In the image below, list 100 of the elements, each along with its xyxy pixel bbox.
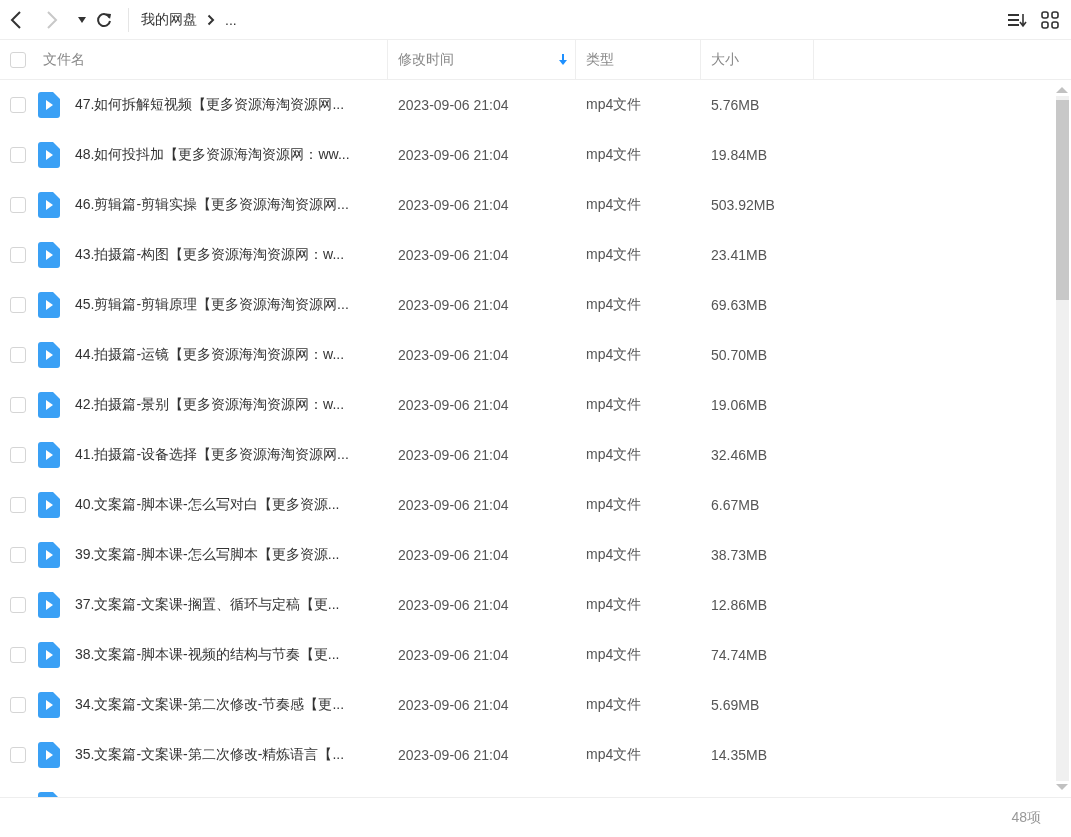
file-type: mp4文件 bbox=[585, 96, 643, 114]
modified-time: 2023-09-06 21:04 bbox=[397, 297, 510, 313]
file-name[interactable]: 41.拍摄篇-设备选择【更多资源海淘资源网... bbox=[75, 446, 349, 464]
row-checkbox[interactable] bbox=[10, 247, 26, 263]
row-checkbox[interactable] bbox=[10, 197, 26, 213]
scrollbar-thumb[interactable] bbox=[1055, 100, 1069, 300]
modified-time: 2023-09-06 21:04 bbox=[397, 697, 510, 713]
modified-time: 2023-09-06 21:04 bbox=[397, 597, 510, 613]
scroll-down-icon[interactable] bbox=[1055, 783, 1069, 791]
column-header[interactable]: 大小 bbox=[701, 40, 814, 79]
video-file-icon bbox=[38, 342, 60, 368]
file-size: 12.86MB bbox=[710, 597, 769, 613]
file-type: mp4文件 bbox=[585, 296, 643, 314]
file-name[interactable]: 47.如何拆解短视频【更多资源海淘资源网... bbox=[75, 96, 345, 114]
file-size: 503.92MB bbox=[710, 197, 776, 213]
modified-time: 2023-09-06 21:04 bbox=[397, 447, 510, 463]
refresh-icon[interactable] bbox=[96, 11, 112, 28]
file-size: 19.06MB bbox=[710, 397, 769, 413]
forward-icon[interactable] bbox=[46, 10, 58, 29]
row-checkbox[interactable] bbox=[10, 747, 26, 763]
file-size: 50.70MB bbox=[710, 347, 769, 363]
select-all-checkbox[interactable] bbox=[10, 51, 26, 68]
video-file-icon bbox=[38, 542, 60, 568]
modified-time: 2023-09-06 21:04 bbox=[397, 197, 510, 213]
file-name[interactable]: 34.文案篇-文案课-第二次修改-节奏感【更... bbox=[75, 696, 345, 714]
file-name[interactable]: 43.拍摄篇-构图【更多资源海淘资源网：w... bbox=[75, 246, 345, 264]
file-type: mp4文件 bbox=[585, 146, 643, 164]
file-size: 23.41MB bbox=[710, 247, 769, 263]
file-type: mp4文件 bbox=[585, 496, 643, 514]
file-size: 5.76MB bbox=[710, 97, 761, 113]
modified-time: 2023-09-06 21:04 bbox=[397, 497, 510, 513]
row-checkbox[interactable] bbox=[10, 147, 26, 163]
video-file-icon bbox=[38, 742, 60, 768]
modified-time: 2023-09-06 21:04 bbox=[397, 247, 510, 263]
row-checkbox[interactable] bbox=[10, 447, 26, 463]
video-file-icon bbox=[38, 592, 60, 618]
file-type: mp4文件 bbox=[585, 346, 643, 364]
file-size: 14.35MB bbox=[710, 747, 769, 763]
file-type: mp4文件 bbox=[585, 646, 643, 664]
column-header[interactable]: 文件名 bbox=[36, 40, 388, 79]
video-file-icon bbox=[38, 242, 60, 268]
video-file-icon bbox=[38, 142, 60, 168]
file-name[interactable]: 42.拍摄篇-景别【更多资源海淘资源网：w... bbox=[75, 396, 345, 414]
file-size: 69.63MB bbox=[710, 297, 769, 313]
file-type: mp4文件 bbox=[585, 746, 643, 764]
dropdown-caret-icon[interactable] bbox=[78, 16, 86, 23]
file-size: 5.69MB bbox=[710, 697, 761, 713]
modified-time: 2023-09-06 21:04 bbox=[397, 647, 510, 663]
modified-time: 2023-09-06 21:04 bbox=[397, 547, 510, 563]
file-name[interactable]: 45.剪辑篇-剪辑原理【更多资源海淘资源网... bbox=[75, 296, 349, 314]
file-name[interactable]: 44.拍摄篇-运镜【更多资源海淘资源网：w... bbox=[75, 346, 345, 364]
file-name[interactable]: 46.剪辑篇-剪辑实操【更多资源海淘资源网... bbox=[75, 196, 349, 214]
video-file-icon bbox=[38, 292, 60, 318]
breadcrumb-link[interactable]: 我的网盘 bbox=[141, 10, 197, 29]
chevron-right-icon bbox=[207, 13, 215, 26]
file-type: mp4文件 bbox=[585, 446, 643, 464]
row-checkbox[interactable] bbox=[10, 347, 26, 363]
scroll-up-icon[interactable] bbox=[1055, 86, 1069, 94]
row-checkbox[interactable] bbox=[10, 547, 26, 563]
video-file-icon bbox=[38, 192, 60, 218]
row-checkbox[interactable] bbox=[10, 697, 26, 713]
video-file-icon bbox=[38, 642, 60, 668]
sort-list-icon[interactable] bbox=[1007, 11, 1027, 28]
file-size: 6.67MB bbox=[710, 497, 761, 513]
row-checkbox[interactable] bbox=[10, 397, 26, 413]
modified-time: 2023-09-06 21:04 bbox=[397, 347, 510, 363]
breadcrumb-link[interactable]: ... bbox=[225, 11, 237, 28]
file-size: 19.84MB bbox=[710, 147, 769, 163]
file-type: mp4文件 bbox=[585, 696, 643, 714]
modified-time: 2023-09-06 21:04 bbox=[397, 147, 510, 163]
file-size: 74.74MB bbox=[710, 647, 769, 663]
item-count: 48项 bbox=[1011, 808, 1041, 827]
row-checkbox[interactable] bbox=[10, 97, 26, 113]
grid-view-icon[interactable] bbox=[1041, 10, 1059, 29]
file-name[interactable]: 48.如何投抖加【更多资源海淘资源网：ww... bbox=[75, 146, 350, 164]
file-size: 32.46MB bbox=[710, 447, 769, 463]
modified-time: 2023-09-06 21:04 bbox=[397, 397, 510, 413]
video-file-icon bbox=[38, 492, 60, 518]
file-type: mp4文件 bbox=[585, 546, 643, 564]
file-type: mp4文件 bbox=[585, 396, 643, 414]
video-file-icon bbox=[38, 692, 60, 718]
video-file-icon bbox=[38, 442, 60, 468]
file-type: mp4文件 bbox=[585, 246, 643, 264]
video-file-icon bbox=[38, 92, 60, 118]
back-icon[interactable] bbox=[10, 10, 22, 29]
file-name[interactable]: 37.文案篇-文案课-搁置、循环与定稿【更... bbox=[75, 596, 340, 614]
row-checkbox[interactable] bbox=[10, 647, 26, 663]
file-name[interactable]: 39.文案篇-脚本课-怎么写脚本【更多资源... bbox=[75, 546, 340, 564]
file-name[interactable]: 38.文案篇-脚本课-视频的结构与节奏【更... bbox=[75, 646, 340, 664]
modified-time: 2023-09-06 21:04 bbox=[397, 97, 510, 113]
column-header[interactable]: 类型 bbox=[576, 40, 701, 79]
row-checkbox[interactable] bbox=[10, 497, 26, 513]
file-name[interactable]: 40.文案篇-脚本课-怎么写对白【更多资源... bbox=[75, 496, 340, 514]
modified-time: 2023-09-06 21:04 bbox=[397, 747, 510, 763]
column-header[interactable]: 修改时间 bbox=[388, 40, 576, 79]
file-type: mp4文件 bbox=[585, 596, 643, 614]
row-checkbox[interactable] bbox=[10, 297, 26, 313]
row-checkbox[interactable] bbox=[10, 597, 26, 613]
video-file-icon bbox=[38, 392, 60, 418]
file-name[interactable]: 35.文案篇-文案课-第二次修改-精炼语言【... bbox=[75, 746, 345, 764]
